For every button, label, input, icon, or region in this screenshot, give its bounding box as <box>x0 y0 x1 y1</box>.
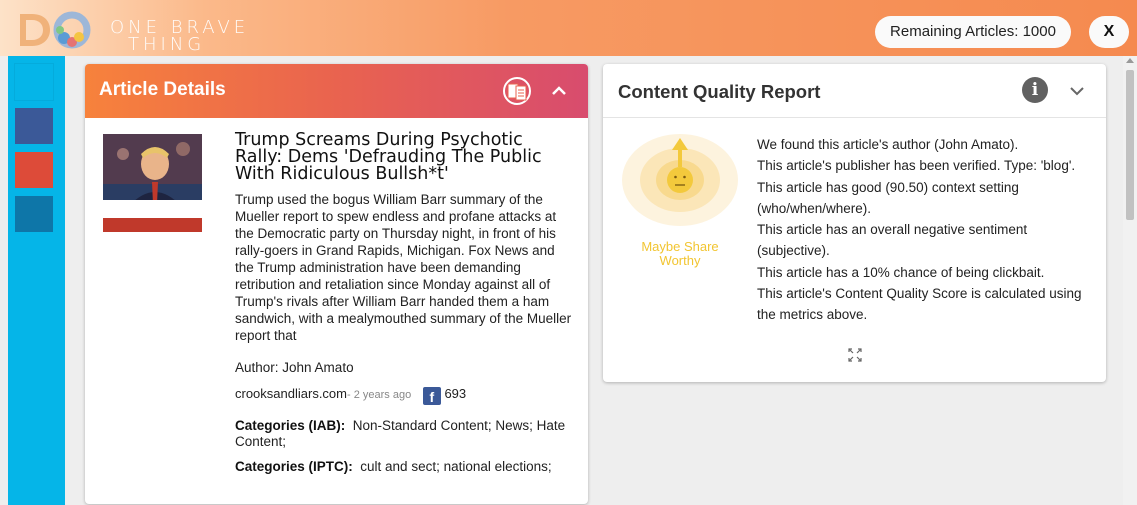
logo[interactable]: ONE BRAVE THING <box>16 10 256 55</box>
source-link[interactable]: crooksandliars.com <box>235 386 347 401</box>
chevron-up-icon[interactable] <box>551 83 567 99</box>
linkedin-share-button[interactable] <box>15 196 53 232</box>
facebook-share-count: 693 <box>444 386 467 401</box>
report-line: This article has a 10% chance of being c… <box>757 264 1045 280</box>
report-line: This article's publisher has been verifi… <box>757 158 1076 174</box>
share-verdict: Maybe Share Worthy <box>641 239 719 268</box>
share-button-blue[interactable] <box>15 64 53 100</box>
scroll-up-arrow-icon[interactable] <box>1126 58 1134 63</box>
google-share-button[interactable] <box>15 152 53 188</box>
article-age: - 2 years ago <box>347 389 412 401</box>
article-author: Author: John Amato <box>235 360 354 375</box>
logo-mark-icon <box>20 11 91 49</box>
share-sidebar <box>8 56 65 505</box>
report-line: This article has good (90.50) context se… <box>757 179 1019 216</box>
article-thumbnail[interactable] <box>103 134 202 232</box>
iab-label: Categories (IAB): <box>235 418 346 433</box>
article-summary: Trump used the bogus William Barr summar… <box>235 192 572 343</box>
report-line: This article's Content Quality Score is … <box>757 286 1082 323</box>
iab-categories: Categories (IAB): Non-Standard Content; … <box>235 418 575 450</box>
remaining-count: 1000 <box>1022 23 1056 40</box>
article-details-panel: Article Details Trump Screams During Psy… <box>85 64 588 504</box>
iptc-value: cult and sect; national elections; <box>360 459 552 474</box>
quality-report-text: We found this article's author (John Ama… <box>757 134 1087 326</box>
brand-line-2: THING <box>128 34 206 55</box>
remaining-label: Remaining Articles: <box>890 23 1019 40</box>
page-scrollbar[interactable] <box>1123 56 1137 505</box>
report-line: This article has an overall negative sen… <box>757 222 1028 259</box>
article-details-header: Article Details <box>85 64 588 118</box>
iptc-label: Categories (IPTC): <box>235 459 353 474</box>
report-line: We found this article's author (John Ama… <box>757 137 1019 152</box>
article-headline[interactable]: Trump Screams During Psychotic Rally: De… <box>235 131 575 183</box>
thumbnail-image <box>103 134 202 232</box>
iptc-categories: Categories (IPTC): cult and sect; nation… <box>235 459 575 475</box>
swap-article-icon[interactable] <box>501 75 533 107</box>
article-source-row: crooksandliars.com- 2 years ago f 693 <box>235 386 466 405</box>
facebook-share-button[interactable] <box>15 108 53 144</box>
content-quality-title: Content Quality Report <box>618 81 821 102</box>
content-quality-panel: Content Quality Report i Maybe Share Wor… <box>603 64 1106 382</box>
chevron-down-icon[interactable] <box>1069 83 1085 99</box>
expand-icon[interactable] <box>847 347 863 363</box>
quality-gauge-icon <box>622 134 738 226</box>
article-details-title: Article Details <box>99 79 226 100</box>
facebook-icon: f <box>422 387 441 405</box>
close-button[interactable]: X <box>1089 16 1129 48</box>
content-quality-header: Content Quality Report i <box>603 64 1106 118</box>
remaining-articles-badge: Remaining Articles: 1000 <box>875 16 1071 48</box>
info-icon[interactable]: i <box>1022 77 1048 103</box>
scrollbar-thumb[interactable] <box>1126 70 1134 220</box>
brand-name: ONE BRAVE THING <box>110 19 249 55</box>
top-bar: ONE BRAVE THING Remaining Articles: 1000… <box>0 0 1137 56</box>
